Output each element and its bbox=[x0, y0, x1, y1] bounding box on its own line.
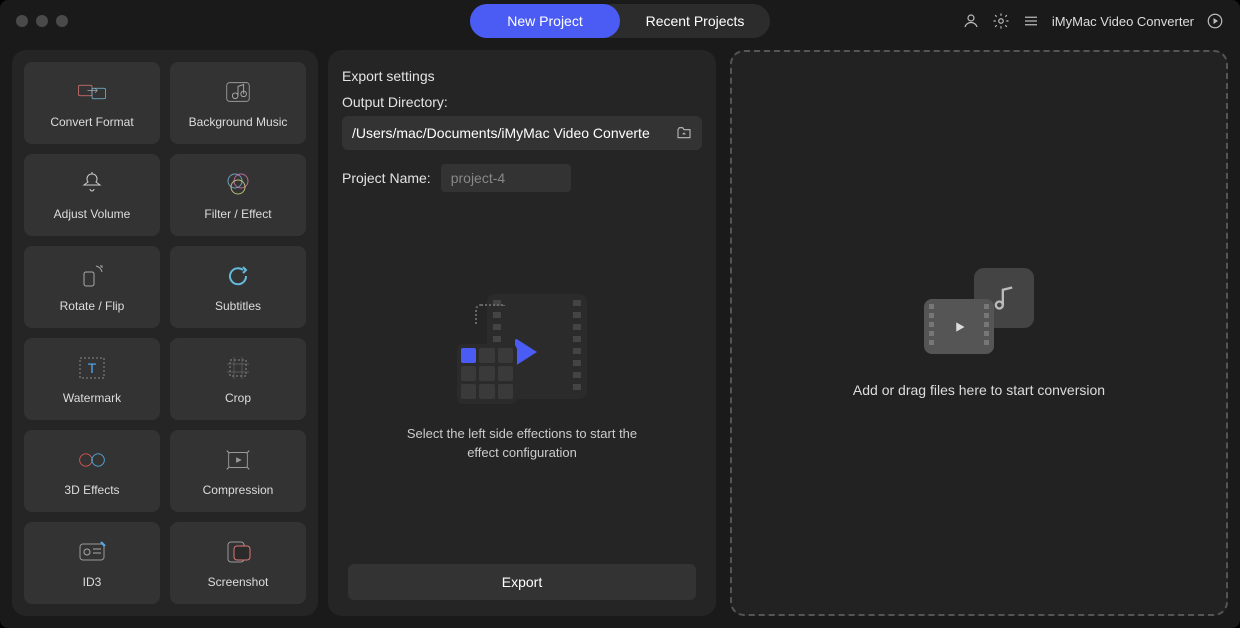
tool-filter-effect[interactable]: Filter / Effect bbox=[170, 154, 306, 236]
screenshot-icon bbox=[223, 537, 253, 567]
tool-label: Watermark bbox=[63, 391, 121, 405]
project-tabs: New Project Recent Projects bbox=[470, 4, 770, 38]
compression-icon bbox=[223, 445, 253, 475]
app-title: iMyMac Video Converter bbox=[1052, 14, 1194, 29]
svg-text:T: T bbox=[88, 360, 97, 376]
tool-screenshot[interactable]: Screenshot bbox=[170, 522, 306, 604]
close-dot[interactable] bbox=[16, 15, 28, 27]
tool-rotate-flip[interactable]: Rotate / Flip bbox=[24, 246, 160, 328]
tool-label: Crop bbox=[225, 391, 251, 405]
account-icon[interactable] bbox=[962, 12, 980, 30]
tool-3d-effects[interactable]: 3D Effects bbox=[24, 430, 160, 512]
tool-adjust-volume[interactable]: Adjust Volume bbox=[24, 154, 160, 236]
background-music-icon bbox=[223, 77, 253, 107]
tool-label: Filter / Effect bbox=[204, 207, 271, 221]
rotate-flip-icon bbox=[77, 261, 107, 291]
browse-folder-icon[interactable] bbox=[674, 123, 694, 143]
export-button[interactable]: Export bbox=[348, 564, 696, 600]
dropzone-illustration bbox=[924, 268, 1034, 354]
tool-label: 3D Effects bbox=[64, 483, 119, 497]
menu-icon[interactable] bbox=[1022, 12, 1040, 30]
tool-background-music[interactable]: Background Music bbox=[170, 62, 306, 144]
tab-new-project[interactable]: New Project bbox=[470, 4, 620, 38]
tool-crop[interactable]: Crop bbox=[170, 338, 306, 420]
tool-watermark[interactable]: T Watermark bbox=[24, 338, 160, 420]
tool-label: Background Music bbox=[189, 115, 288, 129]
export-settings-title: Export settings bbox=[342, 68, 702, 84]
tool-label: Subtitles bbox=[215, 299, 261, 313]
convert-format-icon bbox=[77, 77, 107, 107]
watermark-icon: T bbox=[77, 353, 107, 383]
maximize-dot[interactable] bbox=[56, 15, 68, 27]
file-dropzone[interactable]: Add or drag files here to start conversi… bbox=[730, 50, 1228, 616]
3d-effects-icon bbox=[77, 445, 107, 475]
settings-icon[interactable] bbox=[992, 12, 1010, 30]
tool-label: Adjust Volume bbox=[54, 207, 131, 221]
effect-illustration bbox=[457, 294, 587, 404]
dropzone-text: Add or drag files here to start conversi… bbox=[853, 382, 1105, 398]
tool-label: Compression bbox=[203, 483, 274, 497]
tool-label: Screenshot bbox=[208, 575, 269, 589]
output-directory-field[interactable]: /Users/mac/Documents/iMyMac Video Conver… bbox=[342, 116, 702, 150]
subtitles-icon bbox=[223, 261, 253, 291]
app-logo-icon bbox=[1206, 12, 1224, 30]
tool-id3[interactable]: ID3 bbox=[24, 522, 160, 604]
tool-label: Rotate / Flip bbox=[60, 299, 125, 313]
tools-sidebar: Convert Format Background Music Adjust V… bbox=[12, 50, 318, 616]
id3-icon bbox=[77, 537, 107, 567]
tool-subtitles[interactable]: Subtitles bbox=[170, 246, 306, 328]
window-controls[interactable] bbox=[16, 15, 68, 27]
project-name-input[interactable] bbox=[441, 164, 571, 192]
tool-label: Convert Format bbox=[50, 115, 133, 129]
crop-icon bbox=[223, 353, 253, 383]
tab-recent-projects[interactable]: Recent Projects bbox=[620, 4, 770, 38]
tool-label: ID3 bbox=[83, 575, 102, 589]
tool-compression[interactable]: Compression bbox=[170, 430, 306, 512]
adjust-volume-icon bbox=[77, 169, 107, 199]
project-name-label: Project Name: bbox=[342, 170, 431, 186]
tool-convert-format[interactable]: Convert Format bbox=[24, 62, 160, 144]
export-settings-panel: Export settings Output Directory: /Users… bbox=[328, 50, 716, 616]
effect-hint-text: Select the left side effections to start… bbox=[392, 424, 652, 463]
output-directory-label: Output Directory: bbox=[342, 94, 702, 110]
minimize-dot[interactable] bbox=[36, 15, 48, 27]
filter-effect-icon bbox=[223, 169, 253, 199]
output-directory-path: /Users/mac/Documents/iMyMac Video Conver… bbox=[352, 125, 674, 141]
